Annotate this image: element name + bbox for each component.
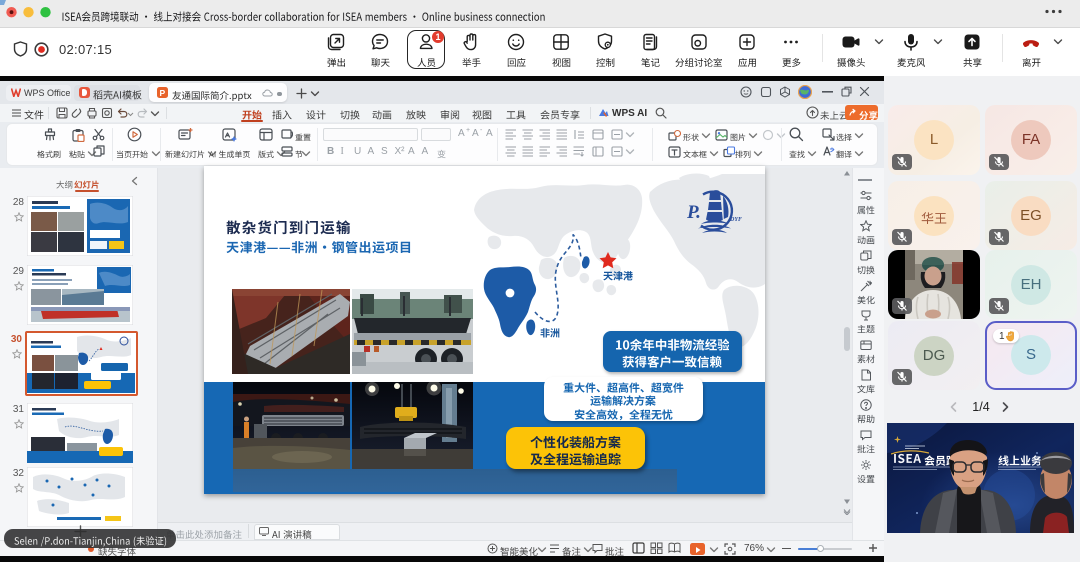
svg-text:DYF: DYF (729, 217, 742, 223)
svg-text:P.: P. (686, 202, 701, 223)
